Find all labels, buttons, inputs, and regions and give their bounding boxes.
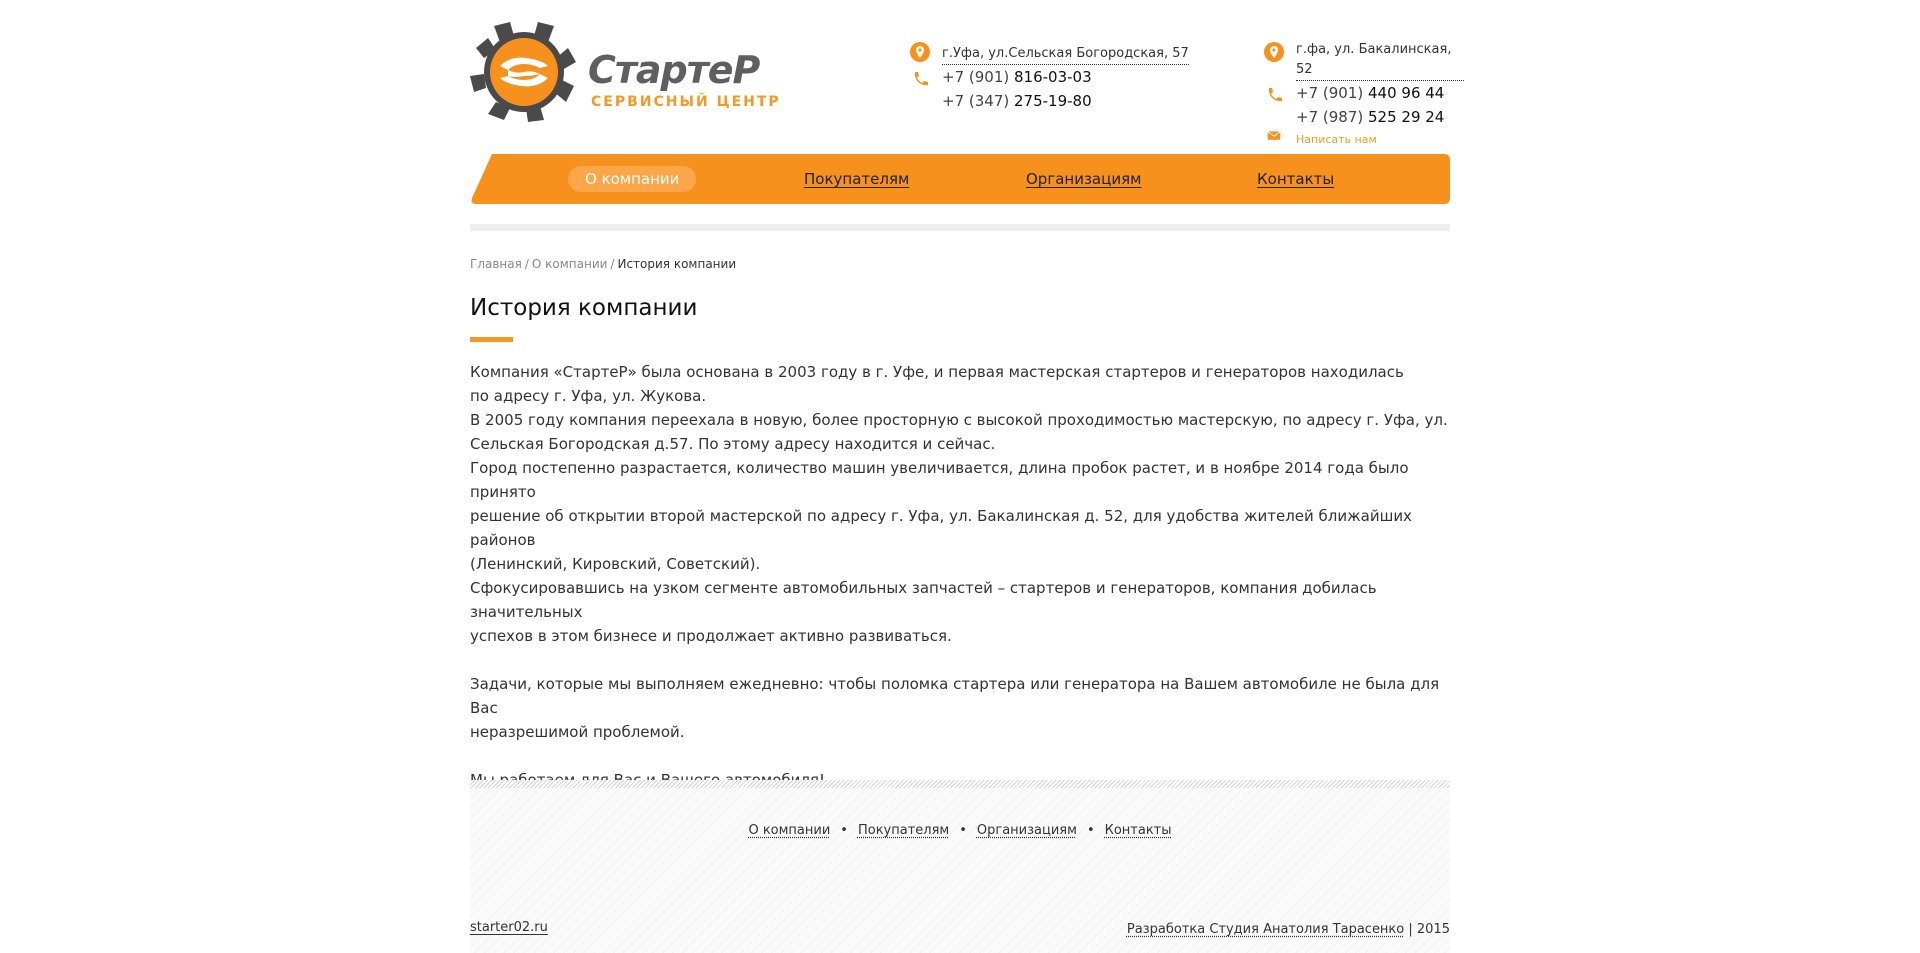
write-us-link[interactable]: Написать нам	[1296, 133, 1377, 146]
address-row: г.Уфа, ул.Сельская Богородская, 57	[910, 40, 1190, 65]
phone-prefix: +7 (987)	[1296, 108, 1364, 126]
main-nav: О компании Покупателям Организациям Конт…	[470, 154, 1450, 204]
breadcrumb: Главная / О компании / История компании	[470, 256, 736, 272]
footer-site-link[interactable]: starter02.ru	[470, 920, 548, 935]
nav-item-organizations[interactable]: Организациям	[1026, 166, 1141, 192]
breadcrumb-separator: /	[524, 257, 529, 271]
content-line: по адресу г. Уфа, ул. Жукова.	[470, 387, 707, 405]
phone-row: +7 (347) 275-19-80	[910, 89, 1190, 113]
contacts-left: г.Уфа, ул.Сельская Богородская, 57 +7 (9…	[910, 40, 1190, 113]
breadcrumb-current: История компании	[617, 257, 737, 271]
footer-nav: О компании • Покупателям • Организациям • Конт…	[470, 822, 1450, 840]
developer-link[interactable]: Разработка Студия Анатолия Тарасенко	[1127, 922, 1404, 937]
location-pin-icon	[910, 42, 930, 62]
content-line: (Ленинский, Кировский, Советский).	[470, 555, 761, 573]
breadcrumb-parent[interactable]: О компании	[532, 257, 608, 271]
contacts-right: г.фа, ул. Бакалинская, 52 +7 (901) 440 9…	[1264, 40, 1464, 149]
content-line: неразрешимой проблемой.	[470, 723, 685, 741]
article-content: Компания «СтартеР» была основана в 2003 …	[470, 360, 1450, 792]
phone-prefix: +7 (901)	[1296, 84, 1364, 102]
footer: О компании • Покупателям • Организациям • Конт…	[470, 780, 1450, 953]
footer-developer: Разработка Студия Анатолия Тарасенко | 2…	[1127, 922, 1450, 937]
title-underline	[470, 337, 513, 342]
developer-year: | 2015	[1408, 922, 1450, 937]
footer-bullet: •	[1086, 823, 1095, 838]
content-line: Город постепенно разрастается, количеств…	[470, 459, 1409, 501]
nav-item-contacts[interactable]: Контакты	[1257, 166, 1334, 192]
address-link[interactable]: г.фа, ул. Бакалинская, 52	[1296, 40, 1464, 81]
address-link[interactable]: г.Уфа, ул.Сельская Богородская, 57	[942, 44, 1189, 65]
footer-link-contacts[interactable]: Контакты	[1105, 823, 1172, 838]
breadcrumb-separator: /	[610, 257, 615, 271]
phone-row: +7 (987) 525 29 24	[1264, 105, 1464, 129]
nav-item-about[interactable]: О компании	[568, 166, 697, 192]
logo-subtitle: СЕРВИСНЫЙ ЦЕНТР	[591, 94, 781, 110]
header-divider	[470, 224, 1450, 231]
phone-number[interactable]: 525 29 24	[1368, 108, 1444, 126]
breadcrumb-home[interactable]: Главная	[470, 257, 522, 271]
footer-link-organizations[interactable]: Организациям	[977, 823, 1077, 838]
phone-icon	[1268, 88, 1282, 102]
location-pin-icon	[1264, 42, 1284, 62]
site-logo[interactable]: СтартеР СЕРВИСНЫЙ ЦЕНТР	[470, 22, 790, 122]
phone-row: +7 (901) 816-03-03	[910, 65, 1190, 89]
content-line: Компания «СтартеР» была основана в 2003 …	[470, 363, 1404, 381]
phone-prefix: +7 (347)	[942, 92, 1010, 110]
content-line: В 2005 году компания переехала в новую, …	[470, 411, 1448, 429]
mail-row: Написать нам	[1264, 129, 1464, 149]
footer-bullet: •	[840, 823, 848, 838]
content-line: решение об открытии второй мастерской по…	[470, 507, 1412, 549]
envelope-icon	[1267, 130, 1281, 140]
phone-row: +7 (901) 440 96 44	[1264, 81, 1464, 105]
phone-number[interactable]: 275-19-80	[1014, 92, 1092, 110]
page-wrapper: СтартеР СЕРВИСНЫЙ ЦЕНТР г.Уфа, ул.Сельск…	[470, 0, 1464, 953]
phone-number[interactable]: 440 96 44	[1368, 84, 1444, 102]
page-title: История компании	[470, 295, 698, 321]
footer-link-buyers[interactable]: Покупателям	[858, 823, 949, 838]
phone-prefix: +7 (901)	[942, 68, 1010, 86]
phone-icon	[914, 72, 928, 86]
gear-s-icon	[470, 22, 576, 122]
content-line: Сфокусировавшись на узком сегменте автом…	[470, 579, 1377, 621]
footer-link-about[interactable]: О компании	[748, 823, 830, 838]
footer-bullet: •	[959, 823, 967, 838]
address-row: г.фа, ул. Бакалинская, 52	[1264, 40, 1464, 81]
phone-number[interactable]: 816-03-03	[1014, 68, 1092, 86]
content-line: Задачи, которые мы выполняем ежедневно: …	[470, 675, 1440, 717]
logo-name: СтартеР	[588, 48, 760, 92]
content-line: успехов в этом бизнесе и продолжает акти…	[470, 627, 952, 645]
footer-hatch-border	[470, 780, 1450, 788]
nav-item-buyers[interactable]: Покупателям	[804, 166, 909, 192]
content-line: Сельская Богородская д.57. По этому адре…	[470, 435, 996, 453]
